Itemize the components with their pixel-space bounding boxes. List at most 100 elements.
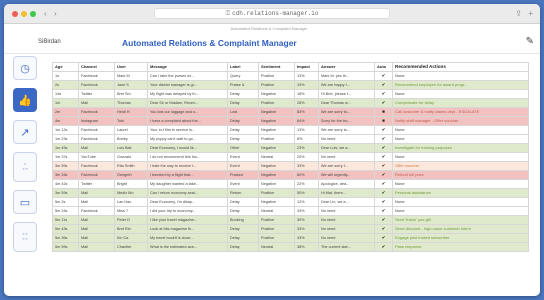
cell-channel: Mail (78, 188, 115, 198)
cell-message: My flight was delayed by th... (147, 89, 228, 99)
cell-message: What is the estimated ava... (147, 242, 228, 252)
table-row[interactable]: 4m Instagram Tobi I have a complaint about … (52, 116, 529, 126)
cell-impact: 33% (294, 224, 319, 234)
sidebar-item-feedback[interactable]: 👍 (13, 88, 37, 112)
cell-sentiment: Negative (258, 170, 295, 180)
cell-answer: We will urgently... (318, 170, 375, 180)
cell-age: 1m 23s (52, 134, 79, 144)
cell-answer: We are sorry f... (318, 161, 375, 171)
table-row[interactable]: 3m 59s Mail Mediz Mo Can I return economy s… (52, 188, 529, 198)
cell-sentiment: Positive (258, 233, 295, 243)
table-row[interactable]: 5m 59s Mail Chantler What is the estimated … (52, 242, 529, 252)
cell-age: 4m 42s (52, 179, 79, 189)
cell-auto[interactable]: ✔ (374, 206, 393, 216)
cell-auto[interactable]: ✔ (374, 71, 393, 81)
table-row[interactable]: 1m Mail Thomas Dear Sir or Madam, Recen... D… (52, 98, 529, 108)
table-row[interactable]: 2m Facebook Heidi H You lost our luggage an… (52, 107, 529, 117)
table-row[interactable]: 2s Facebook Jane S Your district manager is… (52, 80, 529, 90)
cell-channel: Facebook (78, 71, 115, 81)
cell-label: Praised (227, 170, 259, 180)
cell-age: 5m 59s (52, 242, 79, 252)
cell-auto[interactable]: ✔ (374, 98, 393, 108)
cell-sentiment: Positive (258, 80, 295, 90)
column-header-user[interactable]: User (114, 62, 148, 72)
sidebar-item-clock[interactable]: ◷ (13, 56, 37, 80)
cell-auto[interactable]: ✔ (374, 188, 393, 198)
list-icon-bottom: ≡ ≡ (22, 167, 28, 171)
cell-auto[interactable]: ✔ (374, 224, 393, 234)
sidebar-item-messages[interactable]: ▭ (13, 190, 37, 214)
cell-age: 1m 45s (52, 143, 79, 153)
column-header-recommended-actions[interactable]: Recommended Actions (392, 62, 529, 72)
column-header-impact[interactable]: Impact (294, 62, 319, 72)
sidebar-item-settings[interactable]: ≡ ≡ ≡ ≡ (13, 222, 37, 252)
cell-auto[interactable]: ✔ (374, 134, 393, 144)
cell-auto[interactable]: ✔ (374, 80, 393, 90)
sidebar-item-list[interactable]: ≡ ≡ ≡ (13, 152, 37, 182)
cell-auto[interactable]: ✔ (374, 233, 393, 243)
column-header-message[interactable]: Message (147, 62, 228, 72)
cell-auto[interactable]: ✔ (374, 179, 393, 189)
cell-auto[interactable]: ✔ (374, 242, 393, 252)
column-header-sentiment[interactable]: Sentiment (258, 62, 295, 72)
cell-user: Laurel (114, 125, 148, 135)
table-row[interactable]: 1m 23s Facebook Bobby My puppy can't wait t… (52, 134, 529, 144)
cell-label: Delay (227, 197, 259, 207)
cell-message: Dear Economy, I'm disap... (147, 197, 228, 207)
cell-recommended-actions: Recommend employee for award progr... (392, 80, 529, 90)
trend-chart-icon: ↗ (20, 126, 30, 139)
column-header-label[interactable]: Label (227, 62, 259, 72)
column-header-channel[interactable]: Channel (78, 62, 115, 72)
cell-auto[interactable]: ✔ (374, 152, 393, 162)
cell-impact: 13% (294, 71, 319, 81)
table-row[interactable]: 1m 12s Facebook Laurel Your in-f film tv se… (52, 125, 529, 135)
close-window-button[interactable] (12, 11, 18, 17)
address-bar[interactable]: ⚿ cdh.relations-manager.io (154, 8, 390, 19)
address-text: cdh.relations-manager.io (232, 10, 319, 17)
table-row[interactable]: 1m 45s Mail Luis Bak Dear Economy, I would … (52, 143, 529, 153)
table-body: 1s Facebook Mark M Can I take the purses wi… (52, 71, 529, 252)
cell-auto[interactable]: ✔ (374, 143, 393, 153)
pencil-icon[interactable]: ✎ (526, 36, 534, 47)
cell-impact: 20% (294, 152, 319, 162)
table-row[interactable]: 1m 37s YouTube Gonzalo I do not recommend t… (52, 152, 529, 162)
cell-label: Delay (227, 125, 259, 135)
table-row[interactable]: 5m 24s Facebook Miss ? I did your trip to e… (52, 206, 529, 216)
cell-auto[interactable]: ✔ (374, 89, 393, 99)
minimize-window-button[interactable] (21, 11, 27, 17)
cell-channel: Facebook (78, 107, 115, 117)
table-row[interactable]: 1s Facebook Mark M Can I take the purses wi… (52, 71, 529, 81)
table-row[interactable]: 5m 11s Mail Peter DI like your travel maga… (52, 215, 529, 225)
table-row[interactable]: 3m 59s Facebook Rita Smith I hate the way t… (52, 161, 529, 171)
cell-message: I did your trip to economy... (147, 206, 228, 216)
cell-label: Lost (227, 107, 259, 117)
cell-channel: Facebook (78, 125, 115, 135)
sidebar-item-trends[interactable]: ↗ (13, 120, 37, 144)
cell-impact: 50% (294, 188, 319, 198)
back-icon[interactable]: ‹ (44, 9, 47, 19)
table-header-row: Age Channel User Message Label Sentiment Impac… (52, 62, 529, 72)
cell-auto[interactable]: ✔ (374, 197, 393, 207)
cell-auto[interactable]: ✔ (374, 215, 393, 225)
forward-icon[interactable]: › (54, 9, 57, 19)
column-header-age[interactable]: Age (52, 62, 79, 72)
cell-auto[interactable]: ✔ (374, 125, 393, 135)
maximize-window-button[interactable] (30, 11, 36, 17)
cell-auto[interactable]: ✔ (374, 161, 393, 171)
cell-user: Bret Rin (114, 224, 148, 234)
table-row[interactable]: 5m 43s Mail Bret Rin Look at this magazine … (52, 224, 529, 234)
table-row[interactable]: 5m 36s Mail Kin Ca My travel bookIt is clos… (52, 233, 529, 243)
column-header-auto[interactable]: Auto (374, 62, 393, 72)
table-row[interactable]: 3m 16s Facebook Gengeth I traveled by a fli… (52, 170, 529, 180)
cell-auto[interactable]: ■ (374, 116, 393, 126)
cell-auto[interactable]: ■ (374, 107, 393, 117)
table-row[interactable]: 4m 42s Twitter Bright My daughter wanted a … (52, 179, 529, 189)
cell-message: Your district manager is gr... (147, 80, 228, 90)
cell-auto[interactable]: ✔ (374, 170, 393, 180)
table-row[interactable]: 5m 2s Mail Lan Hao Dear Economy, I'm disap.… (52, 197, 529, 207)
table-row[interactable]: 14s Twitter Bret Sm My flight was delayed b… (52, 89, 529, 99)
add-tab-icon[interactable]: + (528, 9, 533, 19)
share-icon[interactable]: ⇪ (515, 9, 522, 19)
cell-recommended-actions: None (392, 125, 529, 135)
column-header-answer[interactable]: Answer (318, 62, 375, 72)
